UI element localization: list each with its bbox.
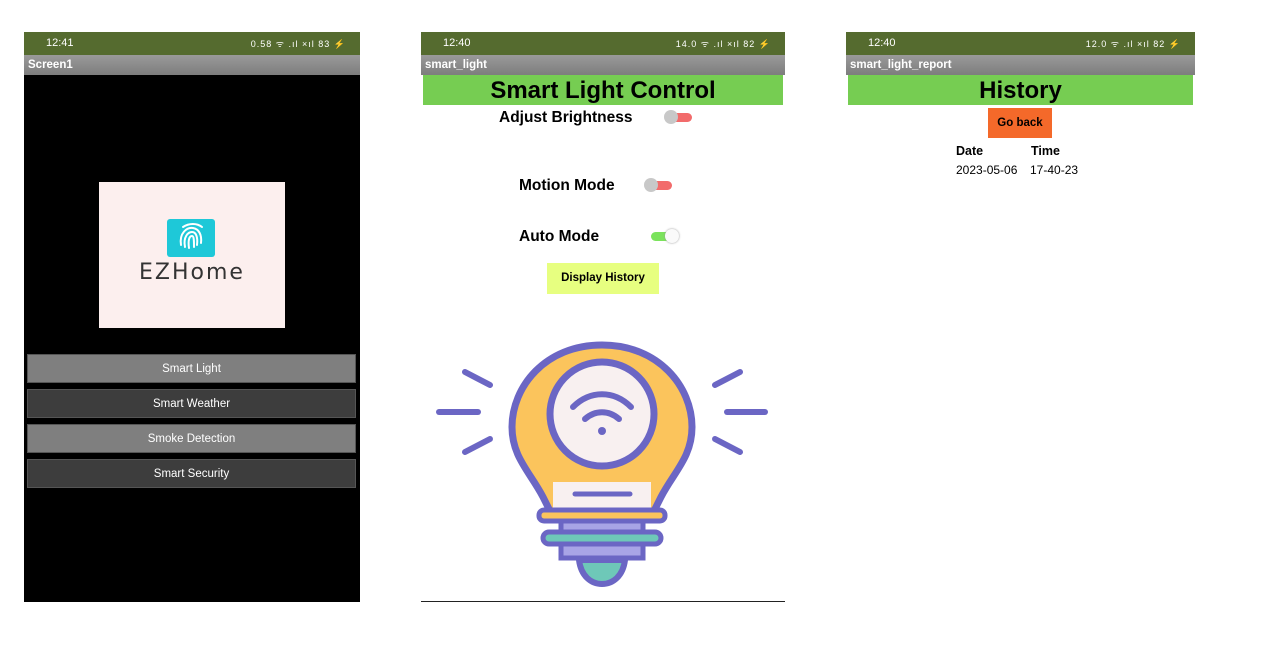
smoke-detection-button[interactable]: Smoke Detection bbox=[27, 424, 356, 453]
status-icons: 0.58 ᯤ .ıl ×ıl 83 ⚡ bbox=[250, 39, 346, 49]
screen-title: Screen1 bbox=[24, 55, 360, 75]
history-date-value: 2023-05-06 bbox=[956, 163, 1018, 177]
home-screen: 12:41 0.58 ᯤ .ıl ×ıl 83 ⚡ Screen1 EZHome… bbox=[24, 32, 360, 602]
motion-mode-toggle[interactable] bbox=[644, 178, 674, 192]
page-heading: Smart Light Control bbox=[423, 75, 783, 105]
status-icons: 12.0 ᯤ .ıl ×ıl 82 ⚡ bbox=[1085, 39, 1181, 49]
toggle-knob bbox=[665, 229, 679, 243]
smart-weather-button[interactable]: Smart Weather bbox=[27, 389, 356, 418]
screen-title: smart_light bbox=[421, 55, 785, 75]
status-icons: 14.0 ᯤ .ıl ×ıl 82 ⚡ bbox=[675, 39, 771, 49]
go-back-button[interactable]: Go back bbox=[988, 108, 1052, 138]
page-heading: History bbox=[848, 75, 1193, 105]
column-header-date: Date bbox=[956, 144, 984, 158]
smart-light-screen: 12:40 14.0 ᯤ .ıl ×ıl 82 ⚡ smart_light Sm… bbox=[421, 32, 785, 602]
smart-security-button[interactable]: Smart Security bbox=[27, 459, 356, 488]
smart-light-button[interactable]: Smart Light bbox=[27, 354, 356, 383]
history-time-value: 17-40-23 bbox=[1030, 163, 1079, 177]
logo-text: EZHome bbox=[139, 260, 245, 285]
status-bar: 12:40 12.0 ᯤ .ıl ×ıl 82 ⚡ bbox=[846, 32, 1195, 55]
motion-mode-label: Motion Mode bbox=[519, 177, 615, 194]
auto-mode-toggle[interactable] bbox=[651, 229, 681, 243]
status-time: 12:41 bbox=[46, 37, 74, 49]
home-body: EZHome Smart Light Smart Weather Smoke D… bbox=[24, 75, 360, 602]
status-time: 12:40 bbox=[868, 37, 896, 49]
screen-title: smart_light_report bbox=[846, 55, 1195, 75]
fingerprint-icon bbox=[167, 219, 215, 257]
adjust-brightness-label: Adjust Brightness bbox=[499, 109, 633, 126]
status-bar: 12:41 0.58 ᯤ .ıl ×ıl 83 ⚡ bbox=[24, 32, 360, 55]
status-bar: 12:40 14.0 ᯤ .ıl ×ıl 82 ⚡ bbox=[421, 32, 785, 55]
toggle-knob bbox=[664, 110, 678, 124]
status-time: 12:40 bbox=[443, 37, 471, 49]
history-screen: 12:40 12.0 ᯤ .ıl ×ıl 82 ⚡ smart_light_re… bbox=[846, 32, 1195, 602]
display-history-button[interactable]: Display History bbox=[547, 263, 659, 294]
auto-mode-label: Auto Mode bbox=[519, 228, 600, 245]
column-header-time: Time bbox=[1031, 144, 1060, 158]
ezhome-logo: EZHome bbox=[99, 182, 285, 328]
lightbulb-icon bbox=[436, 341, 768, 588]
toggle-knob bbox=[644, 178, 658, 192]
adjust-brightness-toggle[interactable] bbox=[664, 110, 694, 124]
